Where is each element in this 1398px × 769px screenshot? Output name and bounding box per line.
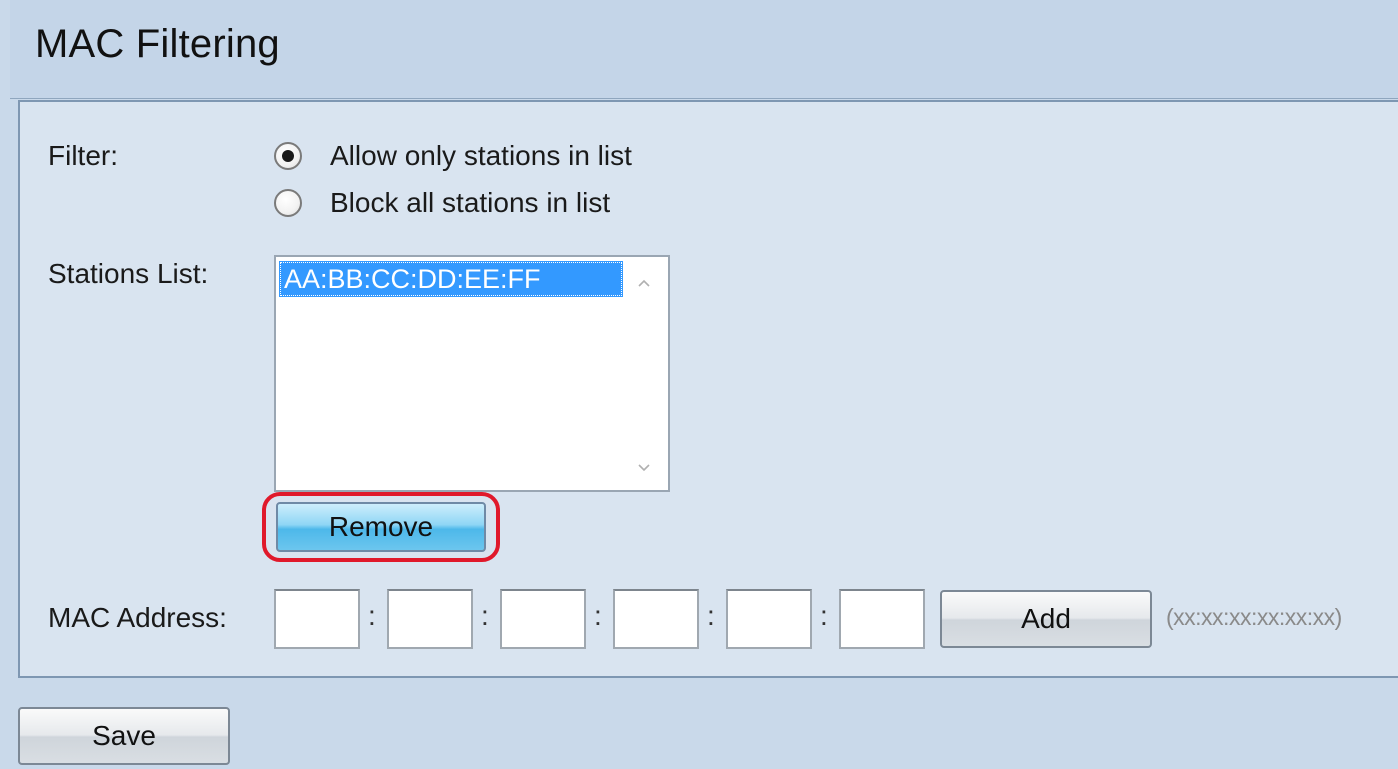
mac-format-hint: (xx:xx:xx:xx:xx:xx) — [1166, 604, 1342, 630]
mac-field-4[interactable] — [613, 589, 699, 649]
mac-filter-panel: Filter: Allow only stations in list Bloc… — [18, 100, 1398, 678]
title-bar: MAC Filtering — [10, 0, 1398, 99]
filter-option-block[interactable]: Block all stations in list — [274, 187, 610, 219]
mac-separator: : — [481, 600, 489, 631]
page-title: MAC Filtering — [35, 22, 280, 66]
mac-field-2[interactable] — [387, 589, 473, 649]
mac-field-1[interactable] — [274, 589, 360, 649]
mac-address-label: MAC Address: — [48, 602, 227, 633]
scroll-up-icon[interactable] — [636, 275, 652, 291]
filter-option-allow[interactable]: Allow only stations in list — [274, 140, 632, 172]
radio-allow-icon[interactable] — [274, 142, 302, 170]
add-button[interactable]: Add — [940, 590, 1152, 648]
mac-separator: : — [594, 600, 602, 631]
mac-separator: : — [368, 600, 376, 631]
radio-block-icon[interactable] — [274, 189, 302, 217]
stations-list-item[interactable]: AA:BB:CC:DD:EE:FF — [279, 261, 623, 297]
save-button[interactable]: Save — [18, 707, 230, 765]
mac-separator: : — [707, 600, 715, 631]
radio-selected-dot — [282, 150, 294, 162]
stations-listbox[interactable]: AA:BB:CC:DD:EE:FF — [274, 255, 670, 492]
listbox-scrollbar[interactable] — [624, 257, 668, 490]
mac-filtering-page: MAC Filtering Filter: Allow only station… — [0, 0, 1398, 769]
filter-option-block-label: Block all stations in list — [330, 187, 611, 218]
scroll-down-icon[interactable] — [636, 460, 652, 476]
filter-label: Filter: — [48, 140, 118, 171]
mac-separator: : — [820, 600, 828, 631]
remove-button[interactable]: Remove — [276, 502, 486, 552]
stations-list-label: Stations List: — [48, 258, 209, 289]
filter-option-allow-label: Allow only stations in list — [330, 140, 632, 171]
mac-field-6[interactable] — [839, 589, 925, 649]
mac-field-3[interactable] — [500, 589, 586, 649]
mac-field-5[interactable] — [726, 589, 812, 649]
